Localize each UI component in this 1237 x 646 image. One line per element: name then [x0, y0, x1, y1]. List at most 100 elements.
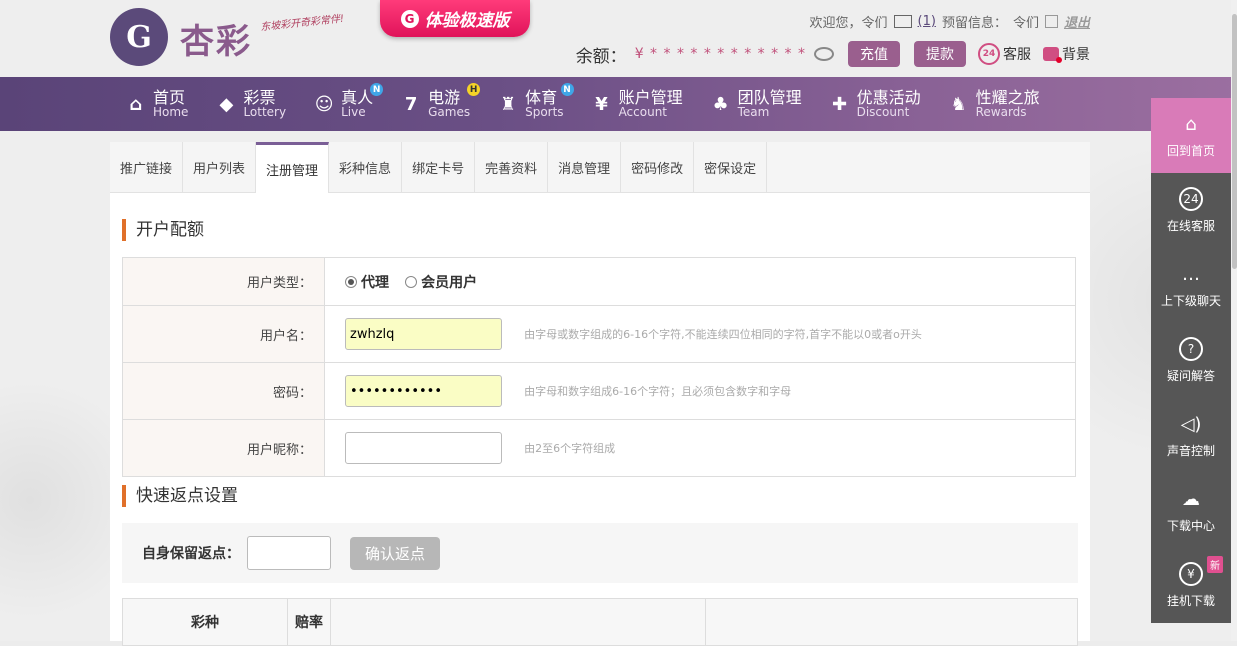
live-dealer-icon: ☺	[314, 93, 334, 115]
chat-bubble-icon: …	[1179, 262, 1203, 286]
nav-label-en: Games	[428, 105, 471, 120]
tab-1[interactable]: 推广链接	[110, 142, 184, 192]
background-link[interactable]: 背景	[1043, 44, 1090, 64]
site-logo[interactable]: G 杏彩 东坡彩开奇彩常伴!	[110, 8, 370, 68]
section-title-rebate: 快速返点设置	[122, 485, 238, 507]
tab-9[interactable]: 密保设定	[694, 142, 768, 192]
password-label: 密码：	[122, 362, 325, 420]
odds-table: 彩种 赔率	[122, 598, 1078, 646]
radio-member-indicator	[405, 275, 418, 288]
sidebar-item-faq[interactable]: ? 疑问解答	[1151, 323, 1231, 398]
edit-icon[interactable]	[1044, 15, 1058, 28]
sidebar-item-auto-download[interactable]: ¥ 挂机下载 新	[1151, 548, 1231, 623]
tab-7[interactable]: 消息管理	[548, 142, 622, 192]
shirt-icon	[1043, 47, 1062, 63]
username-hint: 由字母或数字组成的6-16个字符,不能连续四位相同的字符,首字不能以0或者o开头	[524, 328, 922, 341]
nav-label-cn: 彩票	[243, 87, 276, 107]
nav-item-account[interactable]: ¥ 账户管理 Account	[590, 77, 683, 131]
nav-item-home[interactable]: ⌂ 首页 Home	[124, 77, 189, 131]
nav-item-rewards[interactable]: ♞ 性耀之旅 Rewards	[947, 77, 1040, 131]
trophy-icon: ♜	[500, 93, 517, 115]
sidebar-item-back-to-home[interactable]: ⌂ 回到首页	[1151, 98, 1231, 173]
nav-label-cn: 性耀之旅	[975, 87, 1040, 107]
sidebar-item-label: 声音控制	[1166, 444, 1215, 458]
nav-badge: H	[467, 83, 481, 96]
logout-link[interactable]: 退出	[1064, 12, 1090, 31]
password-hint: 由字母和数字组成6-16个字符；且必须包含数字和字母	[524, 385, 792, 398]
nav-text: 体育 Sports	[525, 89, 563, 120]
tab-6[interactable]: 完善资料	[475, 142, 549, 192]
nav-item-team[interactable]: ♣ 团队管理 Team	[709, 77, 802, 131]
nav-text: 账户管理 Account	[619, 89, 683, 120]
house-icon: ⌂	[129, 93, 143, 115]
rebate-label: 自身保留返点：	[142, 546, 240, 562]
section-title-quota: 开户配额	[122, 219, 204, 241]
radio-agent-label: 代理	[361, 274, 389, 291]
recharge-button[interactable]: 充值	[848, 41, 900, 67]
password-input[interactable]	[345, 375, 502, 407]
money-bag-icon: ¥	[1179, 562, 1203, 586]
nav-text: 优惠活动 Discount	[857, 89, 921, 120]
sidebar-icon-glyph: ¥	[1179, 562, 1203, 586]
promo-label: 体验极速版	[424, 11, 510, 31]
yen-coin-icon: ¥	[595, 93, 608, 115]
username-label: 用户名：	[122, 305, 325, 363]
sidebar-item-chat[interactable]: … 上下级聊天	[1151, 248, 1231, 323]
sidebar-item-online-service[interactable]: 24 在线客服	[1151, 173, 1231, 248]
nav-item-lottery[interactable]: ◆ 彩票 Lottery	[214, 77, 287, 131]
tab-3[interactable]: 注册管理	[256, 142, 330, 193]
nav-badge: N	[560, 83, 574, 96]
nav-label-en: Home	[153, 105, 189, 120]
right-sidebar: ⌂ 回到首页 24 在线客服 … 上下级聊天? 疑问解答 ◁) 声音控制 ☁ 下载中心 ¥ 挂机下载 新	[1151, 98, 1231, 623]
sidebar-item-download-center[interactable]: ☁ 下载中心	[1151, 473, 1231, 548]
sidebar-item-sound-control[interactable]: ◁) 声音控制	[1151, 398, 1231, 473]
sidebar-icon-glyph: …	[1182, 263, 1200, 285]
page-scrollbar-thumb[interactable]	[1232, 14, 1237, 269]
withdraw-button[interactable]: 提款	[914, 41, 966, 67]
customer-service-label: 客服	[1003, 47, 1031, 63]
confirm-rebate-button[interactable]: 确认返点	[350, 537, 440, 570]
nav-label-cn: 优惠活动	[856, 87, 921, 107]
eye-icon[interactable]	[814, 47, 834, 61]
nav-text: 团队管理 Team	[738, 89, 802, 120]
radio-agent[interactable]: 代理	[345, 272, 389, 292]
mail-icon[interactable]	[893, 15, 912, 28]
sidebar-icon-glyph: 24	[1179, 187, 1203, 211]
nav-item-sports[interactable]: ♜ 体育 Sports N	[496, 77, 574, 131]
rebate-box: 自身保留返点： 确认返点	[122, 523, 1078, 583]
nickname-input[interactable]	[345, 432, 502, 464]
radio-agent-indicator	[345, 275, 357, 288]
rewards-figure-icon: ♞	[950, 93, 967, 115]
nav-label-cn: 团队管理	[737, 87, 802, 107]
balance-value: ¥ * * * * * * * * * * * *	[634, 46, 806, 62]
customer-service-link[interactable]: 24 客服	[978, 43, 1031, 65]
nav-text: 首页 Home	[153, 89, 188, 120]
tab-4[interactable]: 彩种信息	[329, 142, 403, 192]
nav-label-cn: 体育	[525, 87, 558, 107]
gift-icon: ✚	[832, 93, 848, 115]
nav-item-discount[interactable]: ✚ 优惠活动 Discount	[828, 77, 921, 131]
sidebar-item-label: 下载中心	[1166, 519, 1215, 533]
nav-label-en: Sports	[525, 105, 564, 120]
tab-8[interactable]: 密码修改	[621, 142, 695, 192]
house-icon: ⌂	[1179, 112, 1203, 136]
tab-5[interactable]: 绑定卡号	[402, 142, 476, 192]
rebate-input[interactable]	[247, 536, 331, 570]
nav-text: 真人 Live	[341, 89, 373, 120]
sidebar-item-label: 回到首页	[1166, 144, 1215, 158]
nav-label-en: Team	[737, 105, 770, 120]
odds-header-col3	[330, 598, 706, 646]
sidebar-icon-glyph: ◁)	[1180, 413, 1202, 435]
nickname-hint: 由2至6个字符组成	[524, 442, 616, 455]
mail-count-link[interactable]: (1)	[918, 14, 936, 29]
team-icon: ♣	[712, 93, 729, 115]
radio-member[interactable]: 会员用户	[405, 272, 477, 292]
cloud-download-icon: ☁	[1179, 487, 1203, 511]
nav-item-games[interactable]: 7 电游 Games H	[399, 77, 481, 131]
nav-text: 彩票 Lottery	[243, 89, 286, 120]
odds-header-odds: 赔率	[287, 598, 331, 646]
username-input[interactable]	[345, 318, 502, 350]
speed-version-button[interactable]: G 体验极速版	[380, 0, 530, 37]
tab-2[interactable]: 用户列表	[183, 142, 257, 192]
nav-item-live[interactable]: ☺ 真人 Live N	[312, 77, 384, 131]
